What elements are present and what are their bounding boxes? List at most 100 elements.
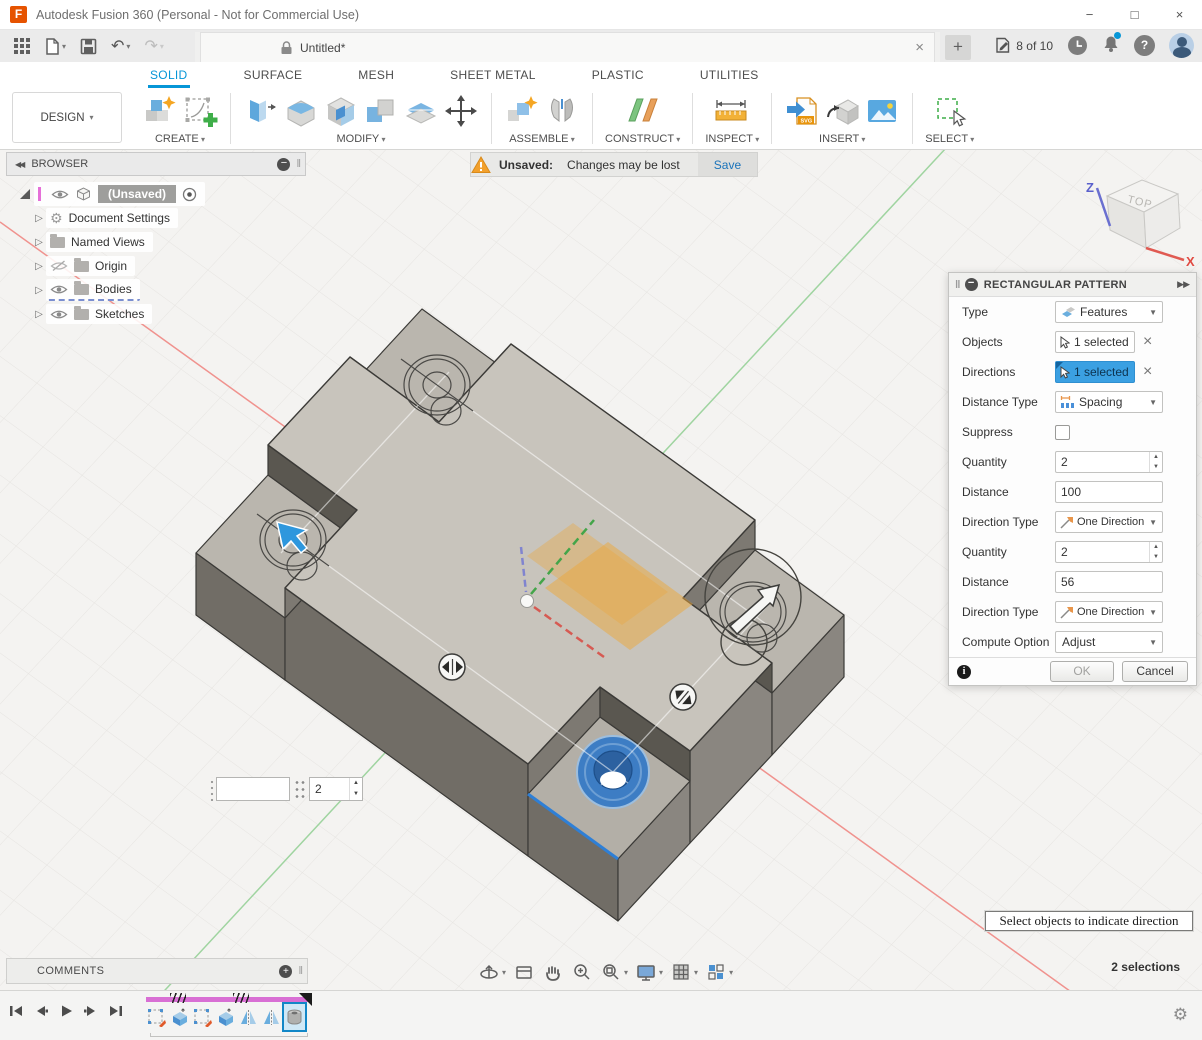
group-label-modify[interactable]: MODIFY [336, 133, 385, 145]
notifications-icon[interactable] [1102, 34, 1120, 58]
new-solid-icon[interactable] [142, 93, 178, 129]
drag-handle[interactable] [294, 778, 305, 800]
combine-icon[interactable] [363, 93, 399, 129]
suppress-checkbox[interactable] [1055, 425, 1070, 440]
eye-icon[interactable] [50, 309, 68, 320]
insert-canvas-icon[interactable] [864, 93, 900, 129]
press-pull-icon[interactable] [243, 93, 279, 129]
flip-handle-left[interactable] [439, 654, 465, 680]
step-back-icon[interactable] [33, 1003, 49, 1019]
pan-icon[interactable] [542, 961, 564, 983]
dialog-collapse-icon[interactable]: − [965, 278, 978, 291]
minimize-panel-icon[interactable]: − [277, 158, 290, 171]
version-counter[interactable]: 8 of 10 [995, 37, 1053, 54]
dialog-header[interactable]: ‖ − RECTANGULAR PATTERN ▶▶ [949, 273, 1196, 297]
browser-item-origin[interactable]: ▷ Origin [6, 254, 306, 278]
new-component-icon[interactable] [504, 93, 540, 129]
eye-icon[interactable] [51, 189, 69, 200]
root-document-label[interactable]: (Unsaved) [98, 185, 176, 203]
group-label-assemble[interactable]: ASSEMBLE [509, 133, 575, 145]
timeline-feature-hole[interactable] [284, 1004, 305, 1030]
tab-solid[interactable]: SOLID [148, 64, 190, 88]
browser-item-named-views[interactable]: ▷ Named Views [6, 230, 306, 254]
ok-button[interactable]: OK [1050, 661, 1114, 682]
timeline-position-marker[interactable] [299, 993, 312, 1006]
eye-icon[interactable] [50, 284, 68, 295]
group-label-select[interactable]: SELECT [925, 133, 974, 145]
info-icon[interactable]: i [957, 665, 971, 679]
create-sketch-icon[interactable] [182, 93, 218, 129]
expand-icon[interactable]: ▷ [32, 237, 46, 248]
redo-icon[interactable]: ↷▾ [144, 36, 163, 56]
canvas-quantity-stepper[interactable]: ▲▼ [349, 778, 362, 800]
drag-handle[interactable] [208, 777, 216, 801]
activate-radio-icon[interactable] [182, 187, 197, 202]
app-grid-icon[interactable] [14, 38, 30, 54]
zoom-icon[interactable] [571, 961, 593, 983]
distance-2-input[interactable]: 56 [1055, 571, 1163, 593]
browser-root-row[interactable]: (Unsaved) [6, 182, 306, 206]
shell-icon[interactable] [323, 93, 359, 129]
help-icon[interactable]: ? [1134, 35, 1155, 56]
dialog-grip[interactable]: ‖ [955, 279, 961, 291]
maximize-button[interactable]: □ [1112, 0, 1157, 29]
clear-objects-icon[interactable]: × [1143, 334, 1152, 350]
panel-grip[interactable]: ‖ [298, 965, 303, 977]
undo-icon[interactable]: ↶▾ [111, 36, 130, 56]
tab-utilities[interactable]: UTILITIES [698, 64, 761, 88]
canvas-distance-input[interactable] [216, 777, 290, 801]
collapse-icon[interactable]: ◀◀ [15, 160, 23, 169]
quantity-2-stepper[interactable]: ▲▼ [1149, 542, 1162, 562]
comments-panel[interactable]: COMMENTS + ‖ [6, 958, 308, 984]
timeline-feature-extrude[interactable] [169, 1004, 190, 1030]
browser-item-document-settings[interactable]: ▷ ⚙Document Settings [6, 206, 306, 230]
group-label-construct[interactable]: CONSTRUCT [605, 133, 680, 145]
clear-directions-icon[interactable]: × [1143, 364, 1152, 380]
expand-icon[interactable]: ▷ [32, 261, 46, 272]
quantity-1-stepper[interactable]: ▲▼ [1149, 452, 1162, 472]
eye-off-icon[interactable] [50, 260, 68, 272]
fit-icon[interactable]: ▾ [600, 961, 628, 983]
directions-selection-button[interactable]: 1 selected [1055, 361, 1135, 383]
expand-icon[interactable]: ▷ [32, 213, 46, 224]
viewports-icon[interactable]: ▾ [705, 961, 733, 983]
dialog-dock-icon[interactable]: ▶▶ [1177, 279, 1189, 290]
panel-grip[interactable]: ‖ [296, 158, 301, 170]
browser-item-sketches[interactable]: ▷ Sketches [6, 302, 306, 326]
save-button[interactable]: Save [698, 153, 757, 176]
tab-mesh[interactable]: MESH [356, 64, 396, 88]
timeline-feature-sketch[interactable] [192, 1004, 213, 1030]
cancel-button[interactable]: Cancel [1122, 661, 1188, 682]
select-icon[interactable] [932, 93, 968, 129]
compute-option-dropdown[interactable]: Adjust ▼ [1055, 631, 1163, 653]
look-at-icon[interactable] [513, 961, 535, 983]
go-to-end-icon[interactable] [108, 1003, 124, 1019]
tab-surface[interactable]: SURFACE [242, 64, 305, 88]
3d-viewport[interactable]: TOP Z X ◀◀ BROWSER − ‖ [0, 150, 1202, 990]
objects-selection-button[interactable]: 1 selected [1055, 331, 1135, 353]
distance-1-input[interactable]: 100 [1055, 481, 1163, 503]
direction-type-1-dropdown[interactable]: One Direction ▼ [1055, 511, 1163, 533]
timeline-feature-sketch[interactable] [146, 1004, 167, 1030]
construct-plane-icon[interactable] [621, 93, 665, 129]
go-to-start-icon[interactable] [8, 1003, 24, 1019]
quantity-1-input[interactable]: 2 [1055, 451, 1163, 473]
new-tab-button[interactable]: + [945, 35, 971, 60]
type-dropdown[interactable]: Features ▼ [1055, 301, 1163, 323]
distance-type-dropdown[interactable]: Spacing ▼ [1055, 391, 1163, 413]
tab-plastic[interactable]: PLASTIC [590, 64, 646, 88]
quantity-2-input[interactable]: 2 [1055, 541, 1163, 563]
insert-derive-icon[interactable] [824, 93, 860, 129]
job-status-icon[interactable] [1067, 35, 1088, 56]
split-body-icon[interactable] [403, 93, 439, 129]
save-icon[interactable] [80, 38, 97, 55]
step-forward-icon[interactable] [83, 1003, 99, 1019]
document-tab[interactable]: Untitled* × [200, 32, 935, 62]
display-settings-icon[interactable]: ▾ [635, 961, 663, 983]
tab-close-icon[interactable]: × [915, 39, 924, 56]
expand-icon[interactable] [20, 189, 30, 199]
minimize-button[interactable]: − [1067, 0, 1112, 29]
browser-header[interactable]: ◀◀ BROWSER − ‖ [6, 152, 306, 176]
close-button[interactable]: × [1157, 0, 1202, 29]
timeline-feature-mirror[interactable] [261, 1004, 282, 1030]
